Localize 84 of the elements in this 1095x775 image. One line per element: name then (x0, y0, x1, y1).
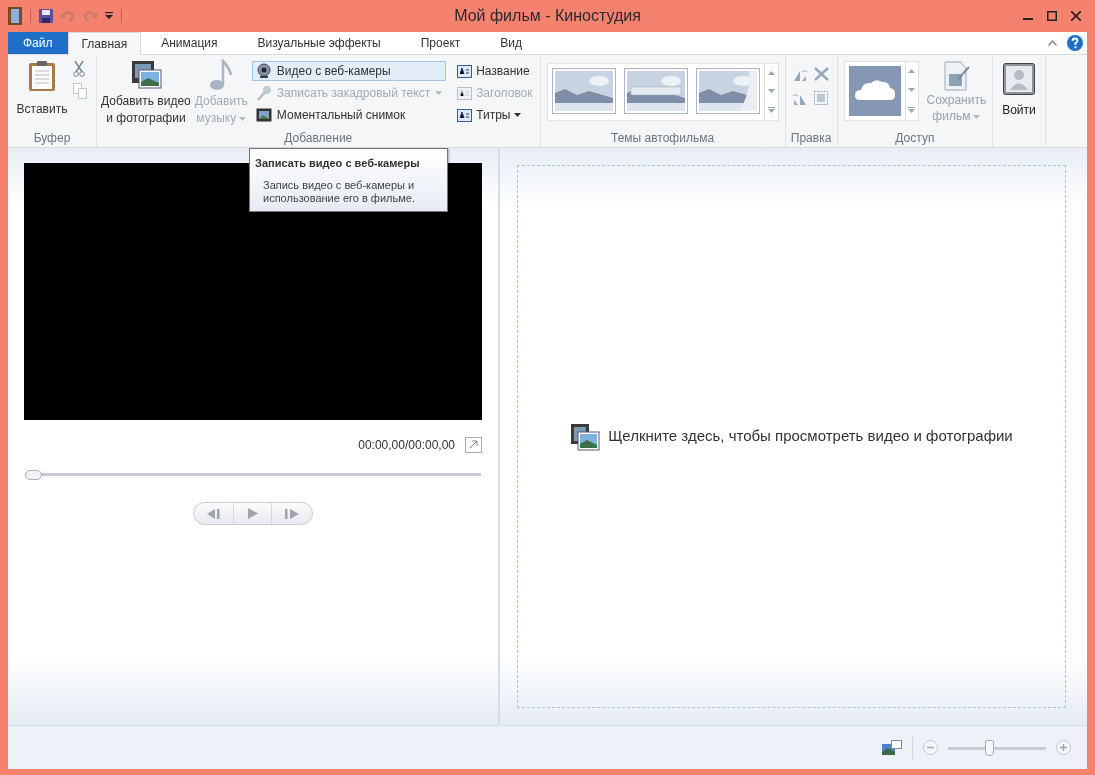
ribbon-tab[interactable]: Визуальные эффекты (237, 32, 401, 54)
webcam-icon (255, 63, 272, 79)
rotate-right-icon[interactable] (792, 91, 809, 105)
button-label: фильм (932, 110, 981, 123)
theme-thumbnail[interactable] (623, 68, 688, 114)
paste-button[interactable]: Вставить (16, 60, 68, 132)
select-all-icon[interactable] (814, 91, 829, 105)
seek-thumb[interactable] (25, 470, 42, 480)
caret-icon (435, 91, 443, 95)
button-label: музыку (196, 112, 247, 125)
caret-icon (973, 114, 981, 119)
close-icon[interactable] (1071, 11, 1081, 21)
landscape-icon (626, 71, 685, 111)
previous-icon (206, 508, 221, 519)
window-title: Мой фильм - Киностудия (453, 6, 642, 26)
cloud-icon (848, 66, 901, 116)
add-media-button[interactable]: Добавить видео и фотографии (101, 59, 191, 132)
landscape-icon (554, 71, 613, 111)
theme-thumbnail[interactable] (695, 68, 760, 114)
ribbon-tab[interactable]: Анимация (141, 32, 238, 54)
save-icon[interactable] (39, 9, 53, 23)
caret-icon (239, 116, 247, 121)
caret-icon (514, 113, 522, 117)
help-icon[interactable] (1067, 35, 1083, 51)
expand-icon[interactable] (465, 437, 482, 453)
user-icon (1003, 63, 1035, 95)
ribbon-item[interactable]: Видео с веб-камеры (251, 61, 447, 81)
text-box-icon (457, 108, 473, 122)
up-icon[interactable] (908, 69, 916, 74)
rotate-left-icon[interactable] (792, 67, 809, 81)
remove-icon[interactable] (814, 67, 830, 81)
tooltip-text: использование его в фильме. (263, 191, 416, 205)
dropdown-icon[interactable] (105, 12, 113, 20)
sign-in-button[interactable]: Войти (1002, 63, 1036, 119)
button-label: и фотографии (106, 112, 186, 125)
zoom-out-icon[interactable] (923, 740, 938, 755)
tooltip-title: Записать видео с веб-камеры (255, 156, 421, 171)
group-label: Доступ (895, 132, 935, 144)
more-icon[interactable] (767, 107, 775, 113)
theme-thumbnail[interactable] (551, 68, 616, 114)
group-label: Добавление (284, 132, 353, 144)
undo-icon[interactable] (61, 9, 75, 23)
landscape-icon (698, 71, 757, 111)
film-photo-icon (570, 422, 601, 451)
ribbon-item[interactable]: Моментальный снимок (251, 105, 447, 125)
ribbon-tab[interactable]: Проект (400, 32, 481, 54)
music-note-icon (209, 59, 234, 91)
button-label: Добавить видео (101, 95, 191, 108)
file-tab[interactable]: Файл (8, 32, 68, 54)
filmstrip-icon (255, 107, 272, 123)
text-box-icon (457, 86, 473, 100)
clipboard-icon (28, 60, 56, 92)
storyboard-hint: Щелкните здесь, чтобы просмотреть видео и фотографии (608, 426, 1013, 447)
cloud-tile[interactable] (843, 61, 906, 121)
up-icon[interactable] (767, 71, 775, 75)
scissors-icon[interactable] (73, 61, 86, 77)
down-icon[interactable] (908, 88, 916, 92)
collapse-icon[interactable] (1048, 40, 1057, 46)
button-label: Сохранить (926, 94, 987, 107)
maximize-icon[interactable] (1047, 11, 1057, 21)
group-label: Правка (790, 132, 832, 144)
time-display: 00:00,00/00:00,00 (358, 437, 455, 454)
ribbon-tab[interactable]: Вид (480, 32, 542, 54)
ribbon-item[interactable]: Название (454, 61, 536, 81)
microphone-icon (255, 85, 272, 101)
text-box-icon (457, 64, 473, 78)
down-icon[interactable] (767, 89, 775, 93)
ribbon-tab[interactable]: Главная (67, 32, 142, 55)
film-icon (8, 7, 22, 25)
zoom-in-icon[interactable] (1056, 740, 1071, 755)
ribbon-item[interactable]: Титры (454, 105, 536, 125)
tooltip-text: Запись видео с веб-камеры и (263, 178, 416, 192)
thumbnail-size-icon[interactable] (882, 739, 902, 756)
film-photo-icon (129, 59, 162, 91)
group-label: Темы автофильма (611, 132, 715, 144)
button-label: Добавить (194, 95, 248, 108)
storyboard-area[interactable]: Щелкните здесь, чтобы просмотреть видео и фотографии (517, 165, 1066, 708)
play-icon (247, 508, 258, 519)
redo-icon[interactable] (83, 9, 97, 23)
group-label: Буфер (33, 132, 71, 144)
zoom-thumb[interactable] (985, 739, 995, 756)
film-document-icon (942, 61, 971, 91)
more-icon[interactable] (908, 106, 916, 113)
next-icon (285, 508, 299, 519)
